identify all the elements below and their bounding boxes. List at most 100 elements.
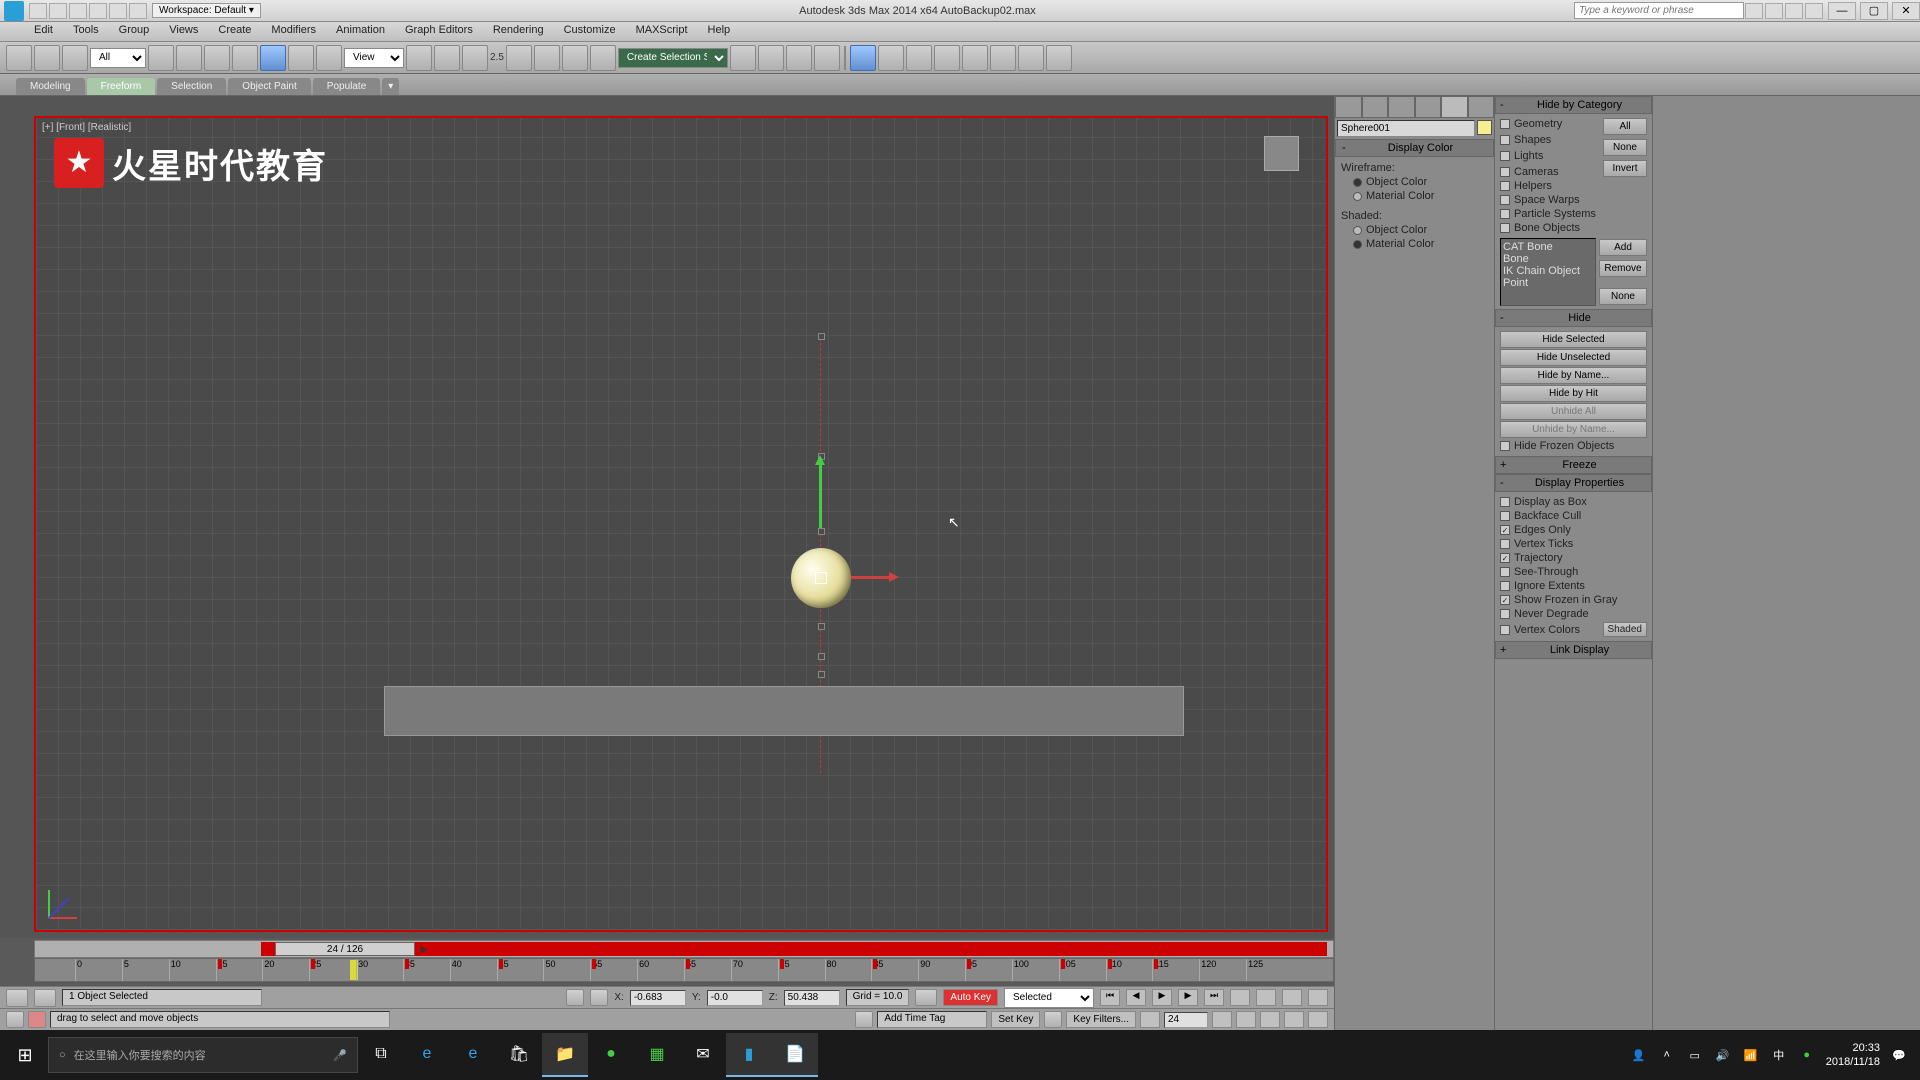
select-scale-icon[interactable] (316, 45, 342, 71)
scene-ground-box[interactable] (384, 686, 1184, 736)
menu-create[interactable]: Create (208, 22, 261, 41)
timeline-key[interactable] (1108, 959, 1112, 969)
utilities-tab-icon[interactable] (1468, 96, 1495, 118)
move-gizmo-y-axis[interactable] (819, 458, 822, 528)
sh-material-color-radio[interactable] (1353, 240, 1362, 249)
workspace-dropdown[interactable]: Workspace: Default ▾ (152, 3, 261, 18)
set-key-button[interactable]: Set Key (991, 1011, 1040, 1028)
chk-trajectory[interactable]: ✓ (1500, 553, 1510, 563)
mail-icon[interactable]: ✉ (680, 1033, 726, 1077)
play-icon[interactable]: ▶ (1152, 989, 1172, 1006)
notification-icon[interactable]: 💬 (1890, 1049, 1908, 1062)
mic-icon[interactable]: 🎤 (333, 1049, 347, 1062)
chk-shapes[interactable] (1500, 135, 1510, 145)
bone-handle[interactable] (818, 653, 825, 660)
object-color-swatch[interactable] (1477, 120, 1492, 135)
menu-views[interactable]: Views (159, 22, 208, 41)
menu-modifiers[interactable]: Modifiers (261, 22, 326, 41)
3dsmax-task-icon[interactable]: ▮ (726, 1033, 772, 1077)
chk-vertex-ticks[interactable] (1500, 539, 1510, 549)
auto-key-button[interactable]: Auto Key (943, 989, 998, 1006)
activeshade-icon[interactable] (1018, 45, 1044, 71)
close-button[interactable]: ✕ (1892, 2, 1920, 20)
select-by-name-icon[interactable] (176, 45, 202, 71)
search-go-icon[interactable] (1745, 3, 1763, 19)
btn-shaded[interactable]: Shaded (1603, 622, 1647, 637)
time-slider[interactable]: ◀ 24 / 126 ▶ (34, 940, 1334, 958)
select-region-icon[interactable] (204, 45, 230, 71)
angle-snap-icon[interactable] (506, 45, 532, 71)
btn-unhide-by-name[interactable]: Unhide by Name... (1500, 421, 1647, 438)
absolute-mode-icon[interactable] (590, 989, 608, 1006)
rendered-frame-icon[interactable] (934, 45, 960, 71)
current-frame-input[interactable] (1164, 1012, 1208, 1028)
timeline-key[interactable] (499, 959, 503, 969)
render-iterative-icon[interactable] (990, 45, 1016, 71)
adaptive-deg-icon[interactable] (915, 989, 937, 1006)
rollout-hide-by-category[interactable]: -Hide by Category (1495, 96, 1652, 114)
btn-add[interactable]: Add (1599, 239, 1647, 256)
notepad-icon[interactable]: 📄 (772, 1033, 818, 1077)
ribbon-tab-freeform[interactable]: Freeform (87, 78, 156, 95)
start-button[interactable]: ⊞ (2, 1033, 48, 1077)
qat-link-icon[interactable] (129, 3, 147, 19)
rollout-display-properties[interactable]: -Display Properties (1495, 474, 1652, 492)
app-green2-icon[interactable]: ▦ (634, 1033, 680, 1077)
render-teapot-icon[interactable] (1046, 45, 1072, 71)
maxscript-mini-icon[interactable] (6, 989, 28, 1007)
btn-remove[interactable]: Remove (1599, 260, 1647, 277)
tray-network-icon[interactable]: 📶 (1742, 1049, 1760, 1062)
menu-help[interactable]: Help (698, 22, 741, 41)
key-filters-button[interactable]: Key Filters... (1066, 1011, 1136, 1028)
time-config-icon[interactable] (1212, 1011, 1232, 1028)
coord-z-input[interactable] (784, 990, 840, 1006)
tray-app-icon[interactable]: ● (1798, 1049, 1816, 1061)
chk-space-warps[interactable] (1500, 195, 1510, 205)
display-tab-icon[interactable] (1441, 96, 1468, 118)
goto-end-icon[interactable]: ⏭ (1204, 989, 1224, 1006)
menu-edit[interactable]: Edit (24, 22, 63, 41)
app-green-icon[interactable]: ● (588, 1033, 634, 1077)
slider-next-icon[interactable]: ▶ (417, 944, 431, 955)
select-link-icon[interactable] (6, 45, 32, 71)
list-item[interactable]: CAT Bone (1503, 241, 1593, 253)
ribbon-tab-object-paint[interactable]: Object Paint (228, 78, 310, 95)
list-item[interactable]: Bone (1503, 253, 1593, 265)
render-setup-icon[interactable] (906, 45, 932, 71)
nav-pan-icon[interactable] (1236, 1011, 1256, 1028)
chk-bone[interactable] (1500, 223, 1510, 233)
rollout-hide[interactable]: -Hide (1495, 309, 1652, 327)
timeline-key[interactable] (967, 959, 971, 969)
viewport-label[interactable]: [+] [Front] [Realistic] (42, 122, 131, 133)
menu-animation[interactable]: Animation (326, 22, 395, 41)
pivot-center-icon[interactable] (406, 45, 432, 71)
viewport-front[interactable]: [+] [Front] [Realistic] 火星时代教育 (34, 116, 1328, 932)
sh-object-color-radio[interactable] (1353, 226, 1362, 235)
chk-helpers[interactable] (1500, 181, 1510, 191)
script-listener-icon[interactable] (6, 1011, 24, 1028)
maximize-button[interactable]: ▢ (1860, 2, 1888, 20)
signin-icon[interactable] (1765, 3, 1783, 19)
ribbon-expand-icon[interactable]: ▾ (382, 78, 399, 95)
select-move-icon[interactable] (260, 45, 286, 71)
chk-hide-frozen[interactable] (1500, 441, 1510, 451)
qat-open-icon[interactable] (49, 3, 67, 19)
help-icon[interactable] (1805, 3, 1823, 19)
prev-frame-icon[interactable]: ◀ (1126, 989, 1146, 1006)
explorer-icon[interactable]: 📁 (542, 1033, 588, 1077)
chk-vertex-colors[interactable] (1500, 625, 1510, 635)
lock-selection-icon[interactable] (566, 989, 584, 1006)
motion-tab-icon[interactable] (1415, 96, 1442, 118)
taskbar-search[interactable]: ○ 在这里输入你要搜索的内容 🎤 (48, 1037, 358, 1073)
scene-sphere[interactable] (791, 548, 851, 608)
chk-particle[interactable] (1500, 209, 1510, 219)
nav-walk-icon[interactable] (1260, 1011, 1280, 1028)
coord-y-input[interactable] (707, 990, 763, 1006)
tray-volume-icon[interactable]: 🔊 (1714, 1049, 1732, 1062)
chk-backface-cull[interactable] (1500, 511, 1510, 521)
rollout-freeze[interactable]: +Freeze (1495, 456, 1652, 474)
list-item[interactable]: IK Chain Object (1503, 265, 1593, 277)
curve-editor-icon[interactable] (814, 45, 840, 71)
isolate-icon[interactable] (34, 989, 56, 1007)
btn-none[interactable]: None (1603, 139, 1647, 156)
